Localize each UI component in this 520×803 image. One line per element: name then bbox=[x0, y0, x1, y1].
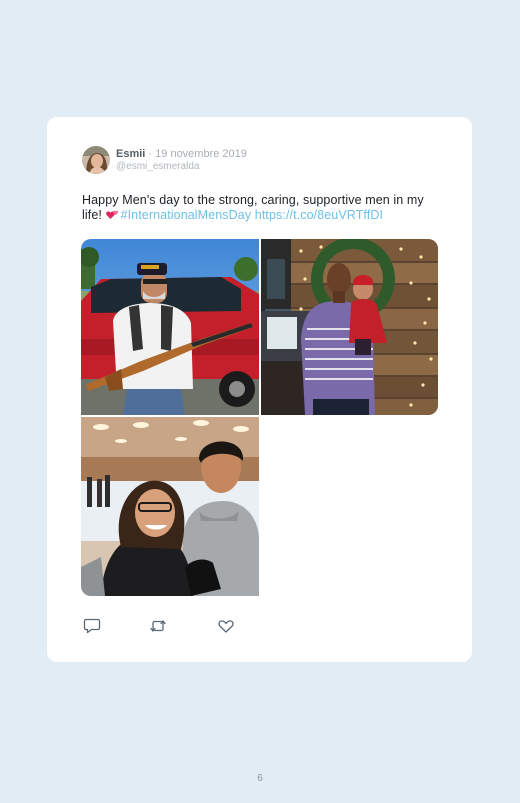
tweet-card[interactable]: Esmii · 19 novembre 2019 @esmi_esmeralda… bbox=[47, 117, 472, 662]
page-number: 6 bbox=[257, 773, 263, 784]
tweet-actions bbox=[83, 617, 253, 635]
photo-man-with-truck[interactable] bbox=[81, 239, 259, 415]
retweet-icon bbox=[150, 620, 166, 632]
user-handle[interactable]: @esmi_esmeralda bbox=[116, 161, 247, 173]
reply-button[interactable] bbox=[83, 617, 101, 635]
tweet-text: Happy Men's day to the strong, caring, s… bbox=[82, 193, 432, 223]
media-grid bbox=[81, 239, 438, 596]
two-hearts-emoji-icon bbox=[105, 210, 118, 219]
photo-man-with-baby[interactable] bbox=[261, 239, 438, 415]
display-name[interactable]: Esmii bbox=[116, 148, 145, 160]
hashtag-link[interactable]: #InternationalMensDay bbox=[121, 208, 252, 222]
name-date-separator: · bbox=[148, 147, 153, 160]
heart-icon bbox=[218, 620, 234, 633]
url-link[interactable]: https://t.co/8euVRTffDI bbox=[255, 208, 383, 222]
like-button[interactable] bbox=[217, 617, 235, 635]
tweet-header: Esmii · 19 novembre 2019 @esmi_esmeralda bbox=[82, 145, 247, 175]
photo-couple-ice-rink[interactable] bbox=[81, 417, 259, 596]
retweet-button[interactable] bbox=[149, 617, 167, 635]
tweet-date[interactable]: 19 novembre 2019 bbox=[155, 148, 247, 160]
avatar[interactable] bbox=[82, 146, 110, 174]
comment-icon bbox=[83, 618, 101, 634]
